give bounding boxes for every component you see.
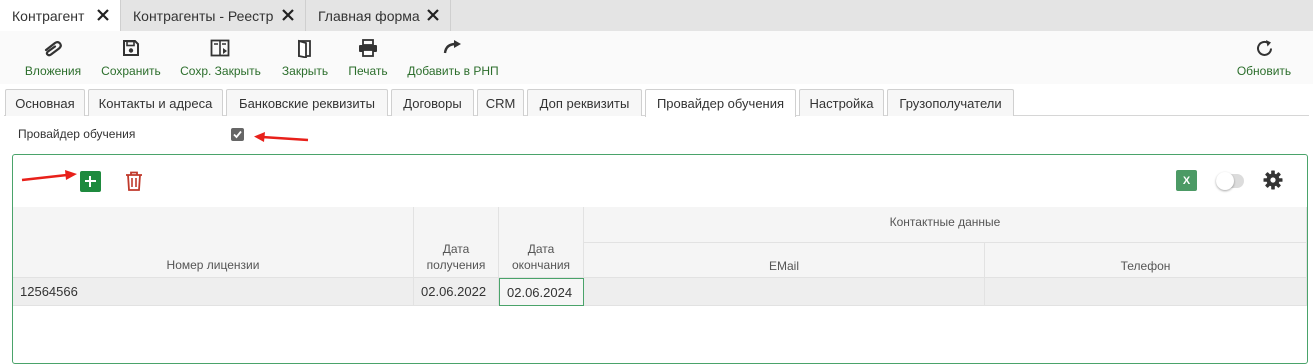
doc-tab-label: Контрагент <box>12 7 85 24</box>
refresh-icon <box>1257 40 1272 56</box>
close-button[interactable]: Закрыть <box>277 31 333 84</box>
close-icon[interactable] <box>281 8 295 22</box>
tab-contracts[interactable]: Договоры <box>391 89 474 116</box>
tab-contacts-addresses[interactable]: Контакты и адреса <box>88 89 223 116</box>
column-header-email[interactable]: EMail <box>584 243 985 278</box>
doc-tab-counterparty-registry[interactable]: Контрагенты - Реестр <box>121 0 306 31</box>
redo-icon <box>443 40 461 54</box>
add-to-rnp-button[interactable]: Добавить в РНП <box>405 31 501 84</box>
tab-consignees[interactable]: Грузополучатели <box>887 89 1014 116</box>
table-cell-license[interactable]: 12564566 <box>13 278 414 306</box>
header-label: окончания <box>511 258 571 272</box>
doc-tab-label: Главная форма <box>318 7 420 24</box>
doc-tab-main-form[interactable]: Главная форма <box>306 0 451 31</box>
add-to-rnp-label: Добавить в РНП <box>407 64 499 78</box>
form-tab-bar: Основная Контакты и адреса Банковские ре… <box>0 84 1313 117</box>
print-button[interactable]: Печать <box>345 31 391 84</box>
save-label: Сохранить <box>101 64 161 78</box>
attachments-button[interactable]: Вложения <box>20 31 86 84</box>
table-cell-expiry[interactable]: 02.06.2024 <box>499 278 584 306</box>
door-icon <box>298 39 311 58</box>
tab-label: Банковские реквизиты <box>239 95 375 111</box>
column-header-license[interactable]: Номер лицензии <box>13 207 414 278</box>
header-label: Дата <box>442 242 470 256</box>
tab-bank-details[interactable]: Банковские реквизиты <box>226 89 388 116</box>
refresh-button[interactable]: Обновить <box>1233 31 1295 84</box>
column-header-expiry-date[interactable]: Дата окончания <box>499 207 584 278</box>
table-cell-email[interactable] <box>584 278 985 306</box>
annotation-arrow-icon <box>21 170 77 182</box>
close-label: Закрыть <box>281 64 329 78</box>
tab-label: CRM <box>485 95 516 111</box>
refresh-label: Обновить <box>1236 64 1292 78</box>
tab-extra-details[interactable]: Доп реквизиты <box>527 89 642 116</box>
tab-training-provider[interactable]: Провайдер обучения <box>645 89 796 117</box>
close-icon[interactable] <box>96 8 110 22</box>
tab-label: Контакты и адреса <box>98 95 213 111</box>
header-label: Контактные данные <box>889 215 1001 229</box>
save-button[interactable]: Сохранить <box>98 31 164 84</box>
toggle-switch[interactable] <box>1216 172 1244 190</box>
save-close-button[interactable]: Сохр. Закрыть <box>176 31 265 84</box>
column-header-phone[interactable]: Телефон <box>985 243 1307 278</box>
header-label: EMail <box>768 259 799 273</box>
checkmark-icon <box>233 130 242 139</box>
save-close-icon <box>210 39 230 57</box>
table-cell-received[interactable]: 02.06.2022 <box>414 278 499 306</box>
print-label: Печать <box>348 64 388 78</box>
gear-icon[interactable] <box>1263 170 1283 190</box>
training-provider-label: Провайдер обучения <box>18 127 136 141</box>
tab-label: Провайдер обучения <box>656 96 785 111</box>
header-label: Номер лицензии <box>166 258 260 272</box>
table-cell-phone[interactable] <box>985 278 1307 306</box>
header-label: получения <box>426 258 486 272</box>
tab-label: Основная <box>15 95 75 111</box>
toggle-knob <box>1216 172 1234 190</box>
printer-icon <box>359 39 377 57</box>
panel-toolbar: X <box>13 155 1307 207</box>
tab-label: Настройка <box>809 95 874 111</box>
tab-label: Грузополучатели <box>899 95 1002 111</box>
tab-settings[interactable]: Настройка <box>799 89 884 116</box>
training-provider-checkbox[interactable] <box>231 128 244 141</box>
tab-main[interactable]: Основная <box>5 89 85 116</box>
tab-label: Договоры <box>403 95 462 111</box>
attachments-label: Вложения <box>24 64 82 78</box>
document-tab-bar: Контрагент Контрагенты - Реестр Главная … <box>0 0 1313 31</box>
close-icon[interactable] <box>426 8 440 22</box>
header-label: Телефон <box>1120 259 1171 273</box>
save-close-label: Сохр. Закрыть <box>180 64 261 78</box>
doc-tab-counterparty[interactable]: Контрагент <box>0 0 121 31</box>
toolbar: Вложения Сохранить Сохр. Закрыть Закрыть… <box>0 31 1313 84</box>
add-row-button[interactable] <box>80 171 101 192</box>
license-panel: X Номер лицензии Дата получения Дата око… <box>12 154 1308 364</box>
save-icon <box>123 40 139 56</box>
excel-export-button[interactable]: X <box>1176 170 1197 191</box>
tab-crm[interactable]: CRM <box>477 89 524 116</box>
doc-tab-label: Контрагенты - Реестр <box>133 7 274 24</box>
tab-label: Доп реквизиты <box>539 95 630 111</box>
column-group-contacts: Контактные данные <box>584 207 1307 243</box>
column-header-received-date[interactable]: Дата получения <box>414 207 499 278</box>
annotation-arrow-icon <box>254 132 309 142</box>
header-label: Дата <box>527 242 555 256</box>
trash-icon[interactable] <box>125 171 143 191</box>
paperclip-icon <box>44 41 62 57</box>
